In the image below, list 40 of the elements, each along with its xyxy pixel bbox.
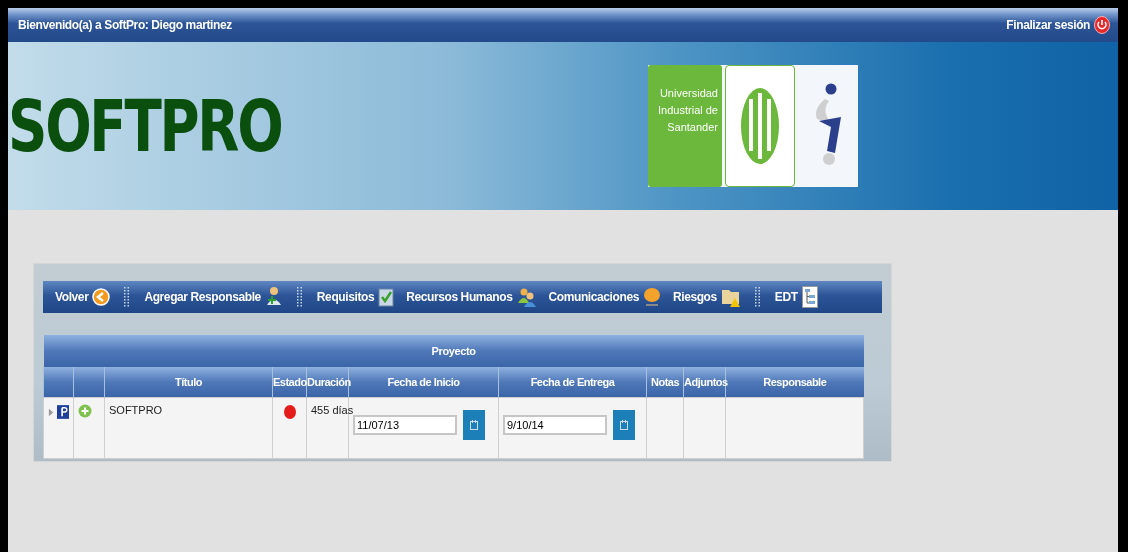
grip-icon	[124, 287, 131, 307]
toolbar-button[interactable]: Recursos Humanos	[400, 287, 543, 307]
date-field[interactable]: 9/10/14	[503, 415, 607, 435]
calendar-button[interactable]	[463, 410, 485, 440]
column-header: Notas	[650, 376, 680, 388]
table-title: Proyecto	[431, 345, 476, 357]
date-field[interactable]: 11/07/13	[353, 415, 457, 435]
table-cell: SOFTPRO	[109, 404, 163, 416]
university-emblem-icon	[740, 87, 780, 165]
toolbar-button[interactable]: EDT	[768, 286, 824, 308]
toolbar-button[interactable]: Requisitos	[310, 287, 401, 307]
add-icon[interactable]	[78, 404, 92, 418]
university-name: Universidad Industrial de Santander	[648, 65, 722, 187]
column-header: Fecha de Inicio	[387, 376, 460, 388]
clipboard-icon	[378, 287, 395, 307]
app-logo-text: SOFTPRO	[8, 84, 283, 168]
column-header: Duración	[307, 376, 351, 388]
toolbar-button[interactable]: Riesgos	[666, 286, 747, 308]
grip-icon	[296, 287, 303, 307]
toolbar-button[interactable]: Agregar Responsable	[138, 285, 289, 309]
calendar-button[interactable]	[613, 410, 635, 440]
calendar-icon	[470, 420, 478, 430]
chat-bubble-icon	[642, 287, 661, 307]
power-icon	[1094, 16, 1110, 34]
grip-icon	[754, 287, 761, 307]
toolbar-button[interactable]: Volver	[49, 288, 117, 306]
people-icon	[516, 287, 537, 307]
column-header: Responsable	[763, 376, 827, 388]
calendar-icon	[620, 420, 628, 430]
column-header: Fecha de Entrega	[530, 376, 615, 388]
column-header: Estado	[273, 376, 307, 388]
table-cell: 455 días	[311, 404, 354, 416]
toolbar-button[interactable]: Comunicaciones	[542, 287, 667, 307]
tree-diagram-icon	[801, 286, 818, 308]
expand-arrow-icon[interactable]	[48, 407, 54, 417]
column-header: Adjuntos	[684, 376, 728, 388]
welcome-text: Bienvenido(a) a SoftPro: Diego martinez	[18, 18, 232, 32]
column-header: Título	[175, 376, 202, 388]
project-icon	[57, 404, 69, 420]
logout-link[interactable]: Finalizar sesión	[1006, 16, 1110, 34]
